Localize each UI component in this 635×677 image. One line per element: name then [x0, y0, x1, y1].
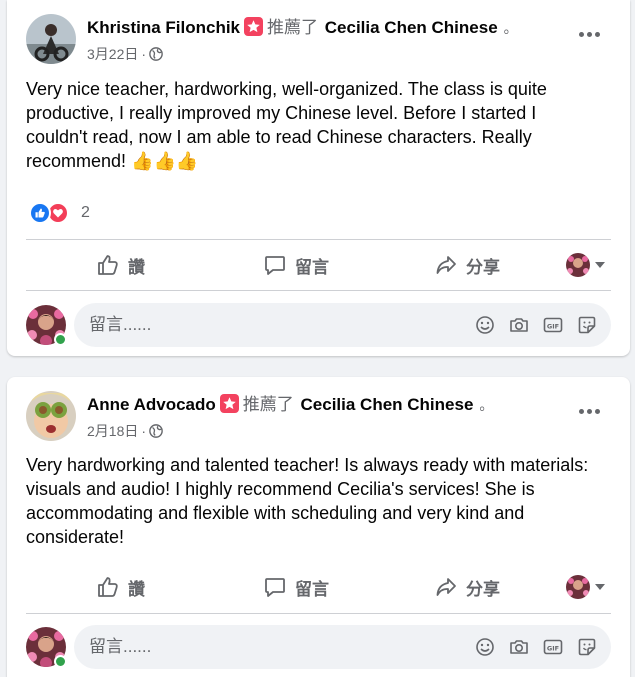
- like-button[interactable]: 讚: [96, 565, 145, 609]
- comment-input-box[interactable]: GIF: [74, 625, 611, 669]
- author-name[interactable]: Khristina Filonchik: [87, 18, 240, 37]
- comment-input-box[interactable]: GIF: [74, 303, 611, 347]
- current-user-avatar[interactable]: [26, 305, 67, 346]
- emoji-icon[interactable]: [475, 637, 495, 657]
- review-post: Anne Advocado 推薦了 Cecilia Chen Chinese 。 2…: [7, 377, 630, 677]
- gif-icon[interactable]: GIF: [543, 637, 563, 657]
- comment-label: 留言: [295, 257, 329, 277]
- online-status-dot: [54, 655, 67, 668]
- comment-label: 留言: [295, 579, 329, 599]
- share-button[interactable]: 分享: [434, 243, 500, 287]
- author-avatar[interactable]: [26, 391, 76, 441]
- review-post: Khristina Filonchik 推薦了 Cecilia Chen Chin…: [7, 0, 630, 356]
- meta-separator: ·: [141, 46, 147, 62]
- post-date[interactable]: 3月22日: [87, 46, 138, 62]
- sticker-icon[interactable]: [577, 315, 597, 335]
- trailing-dot: 。: [479, 397, 494, 413]
- review-text: Very nice teacher, hardworking, well-org…: [26, 79, 547, 171]
- post-date[interactable]: 2月18日: [87, 423, 138, 439]
- divider: [26, 239, 611, 240]
- author-name[interactable]: Anne Advocado: [87, 395, 216, 414]
- comment-composer: GIF: [26, 625, 612, 669]
- recommends-label: 推薦了: [242, 395, 294, 414]
- comment-input[interactable]: [89, 303, 449, 347]
- recommend-star-icon: [244, 17, 264, 36]
- current-user-avatar[interactable]: [26, 627, 67, 668]
- audience-selector[interactable]: [566, 253, 605, 277]
- comment-composer: GIF: [26, 303, 612, 347]
- author-avatar[interactable]: [26, 14, 76, 64]
- reaction-summary[interactable]: 2: [29, 201, 90, 225]
- thumbs-up-icon: [96, 253, 120, 277]
- globe-icon: [149, 424, 163, 442]
- speech-bubble-icon: [263, 575, 287, 599]
- like-icon: [29, 202, 51, 224]
- svg-text:GIF: GIF: [547, 322, 559, 330]
- share-button[interactable]: 分享: [434, 565, 500, 609]
- sticker-icon[interactable]: [577, 637, 597, 657]
- recommend-star-icon: [219, 394, 239, 413]
- globe-icon: [149, 47, 163, 65]
- chevron-down-icon: [595, 584, 605, 590]
- user-avatar: [566, 575, 590, 599]
- review-text: Very hardworking and talented teacher! I…: [26, 455, 589, 547]
- post-header: Khristina Filonchik 推薦了 Cecilia Chen Chin…: [26, 14, 616, 66]
- user-avatar: [566, 253, 590, 277]
- emoji-icon[interactable]: [475, 315, 495, 335]
- recommends-label: 推薦了: [267, 18, 319, 37]
- share-label: 分享: [466, 579, 500, 599]
- divider: [26, 290, 611, 291]
- reaction-count[interactable]: 2: [81, 204, 90, 222]
- post-header: Anne Advocado 推薦了 Cecilia Chen Chinese 。 2…: [26, 391, 616, 443]
- action-bar: 讚 留言 分享: [26, 565, 611, 609]
- divider: [26, 613, 611, 614]
- more-options-icon[interactable]: [574, 24, 604, 44]
- page-name-link[interactable]: Cecilia Chen Chinese: [301, 395, 474, 414]
- thumbs-up-icon: [96, 575, 120, 599]
- online-status-dot: [54, 333, 67, 346]
- camera-icon[interactable]: [509, 315, 529, 335]
- share-label: 分享: [466, 257, 500, 277]
- gif-icon[interactable]: GIF: [543, 315, 563, 335]
- comment-button[interactable]: 留言: [263, 565, 329, 609]
- comment-input[interactable]: [89, 625, 449, 669]
- like-label: 讚: [128, 257, 145, 277]
- camera-icon[interactable]: [509, 637, 529, 657]
- action-bar: 讚 留言 分享: [26, 243, 611, 287]
- svg-text:GIF: GIF: [547, 644, 559, 652]
- like-button[interactable]: 讚: [96, 243, 145, 287]
- audience-selector[interactable]: [566, 575, 605, 599]
- speech-bubble-icon: [263, 253, 287, 277]
- meta-separator: ·: [141, 423, 147, 439]
- share-arrow-icon: [434, 575, 458, 599]
- more-options-icon[interactable]: [574, 401, 604, 421]
- like-label: 讚: [128, 579, 145, 599]
- page-name-link[interactable]: Cecilia Chen Chinese: [325, 18, 498, 37]
- trailing-dot: 。: [503, 20, 518, 36]
- chevron-down-icon: [595, 262, 605, 268]
- share-arrow-icon: [434, 253, 458, 277]
- comment-button[interactable]: 留言: [263, 243, 329, 287]
